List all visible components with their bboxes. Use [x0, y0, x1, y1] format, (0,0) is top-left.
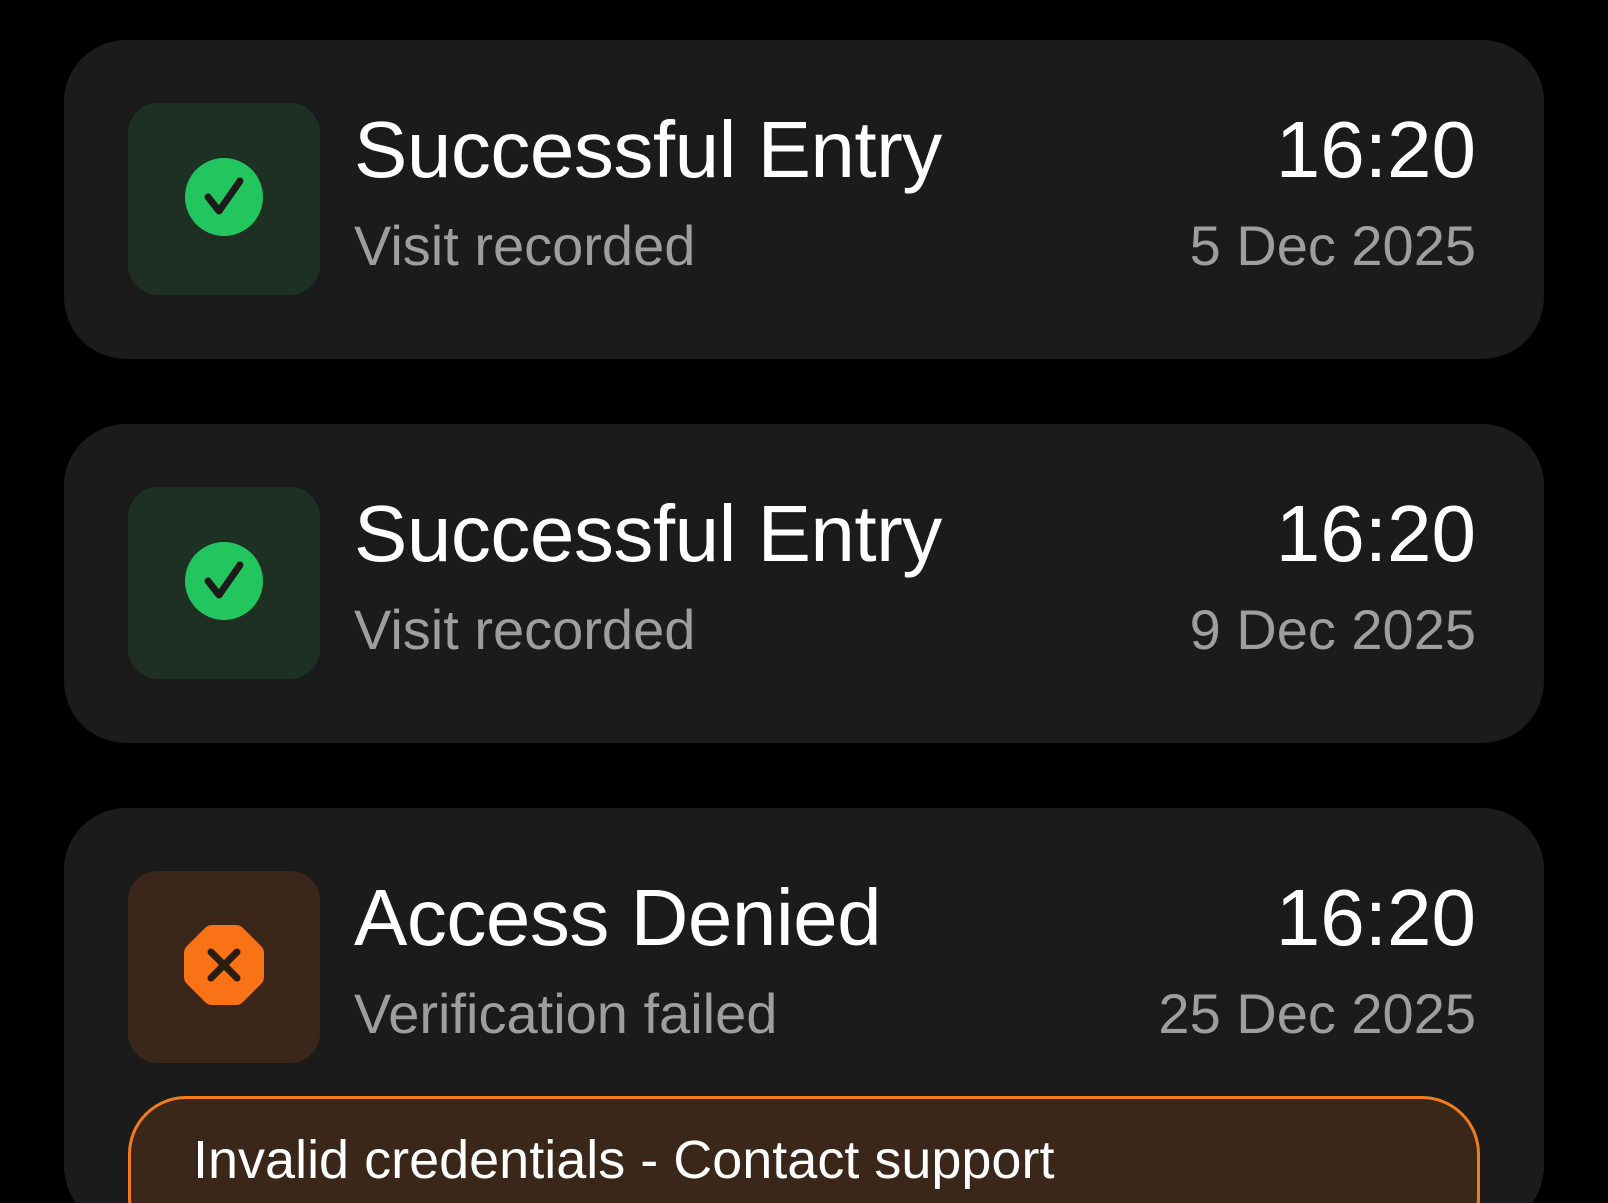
list-item[interactable]: Successful Entry Visit recorded 16:20 9 … [64, 424, 1544, 743]
entry-time: 16:20 [1275, 873, 1476, 962]
status-icon-tile [128, 103, 320, 295]
octagon-x-icon [182, 923, 266, 1012]
error-message-box[interactable]: Invalid credentials - Contact support [128, 1096, 1480, 1203]
entry-date: 5 Dec 2025 [1189, 214, 1476, 277]
check-circle-icon [184, 541, 264, 626]
entry-subtitle: Verification failed [354, 982, 778, 1045]
entry-title: Successful Entry [354, 105, 942, 194]
entry-title: Access Denied [354, 873, 882, 962]
check-circle-icon [184, 157, 264, 242]
entry-time: 16:20 [1275, 105, 1476, 194]
entry-date: 9 Dec 2025 [1189, 598, 1476, 661]
status-icon-tile [128, 487, 320, 679]
entry-time: 16:20 [1275, 489, 1476, 578]
status-icon-tile [128, 871, 320, 1063]
entry-date: 25 Dec 2025 [1158, 982, 1476, 1045]
access-log-list: Successful Entry Visit recorded 16:20 5 … [0, 0, 1608, 1203]
error-message: Invalid credentials - Contact support [193, 1130, 1055, 1190]
list-item[interactable]: Access Denied Verification failed 16:20 … [64, 808, 1544, 1203]
list-item[interactable]: Successful Entry Visit recorded 16:20 5 … [64, 40, 1544, 359]
entry-subtitle: Visit recorded [354, 214, 696, 277]
entry-subtitle: Visit recorded [354, 598, 696, 661]
entry-title: Successful Entry [354, 489, 942, 578]
